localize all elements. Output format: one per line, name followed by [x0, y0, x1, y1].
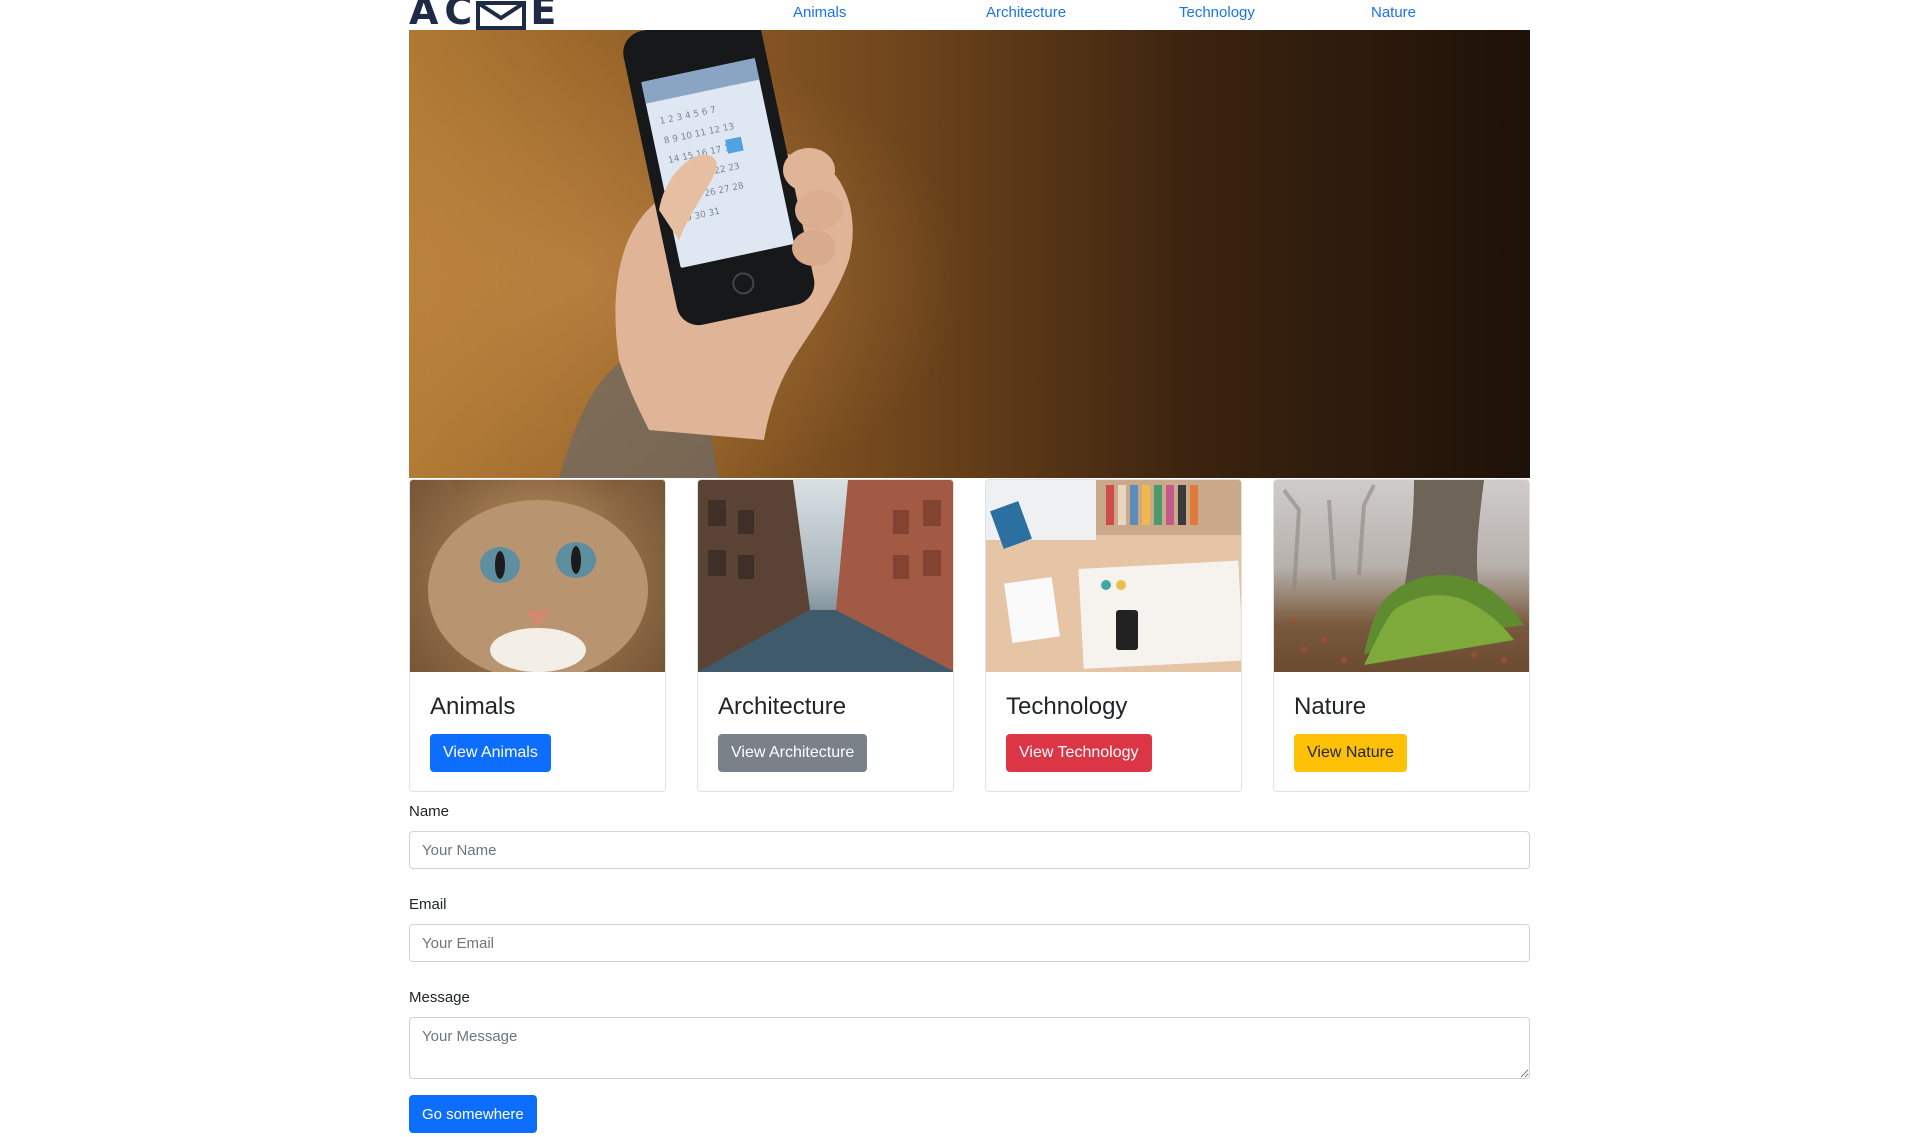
- email-label: Email: [409, 896, 447, 913]
- card-architecture: Architecture View Architecture: [697, 479, 954, 792]
- view-nature-button[interactable]: View Nature: [1294, 734, 1407, 772]
- mossy-tree-photo: [1274, 480, 1529, 672]
- card-title: Nature: [1294, 693, 1367, 720]
- logo-letter: A: [409, 0, 445, 33]
- card-title: Animals: [430, 693, 516, 720]
- logo-letter: E: [530, 0, 563, 33]
- hero-image: 1 2 3 4 5 6 7 8 9 10 11 12 13 14 15 16 1…: [409, 30, 1530, 478]
- category-cards: Animals View Animals Architecture View A…: [409, 479, 1530, 792]
- header: AC E Animals Architecture Technology Nat…: [409, 0, 1530, 30]
- card-title: Architecture: [718, 693, 847, 720]
- cat-photo: [410, 480, 665, 672]
- desk-tech-photo: [986, 480, 1241, 672]
- card-technology: Technology View Technology: [985, 479, 1242, 792]
- card-title: Technology: [1006, 693, 1128, 720]
- nav-link-nature[interactable]: Nature: [1371, 4, 1416, 21]
- message-field[interactable]: [409, 1017, 1530, 1079]
- email-field[interactable]: [409, 924, 1530, 962]
- name-label: Name: [409, 803, 450, 820]
- page-container: AC E Animals Architecture Technology Nat…: [409, 0, 1530, 1133]
- message-label: Message: [409, 989, 470, 1006]
- name-field[interactable]: [409, 831, 1530, 869]
- card-animals: Animals View Animals: [409, 479, 666, 792]
- nav-link-animals[interactable]: Animals: [793, 4, 846, 21]
- nav-link-technology[interactable]: Technology: [1179, 4, 1255, 21]
- logo[interactable]: AC E: [409, 0, 562, 30]
- card-nature: Nature View Nature: [1273, 479, 1530, 792]
- envelope-icon: [476, 1, 527, 30]
- view-animals-button[interactable]: View Animals: [430, 734, 551, 772]
- view-architecture-button[interactable]: View Architecture: [718, 734, 868, 772]
- city-street-photo: [698, 480, 953, 672]
- nav-link-architecture[interactable]: Architecture: [986, 4, 1066, 21]
- view-technology-button[interactable]: View Technology: [1006, 734, 1152, 772]
- go-somewhere-button[interactable]: Go somewhere: [409, 1095, 537, 1133]
- logo-letter: C: [444, 0, 479, 33]
